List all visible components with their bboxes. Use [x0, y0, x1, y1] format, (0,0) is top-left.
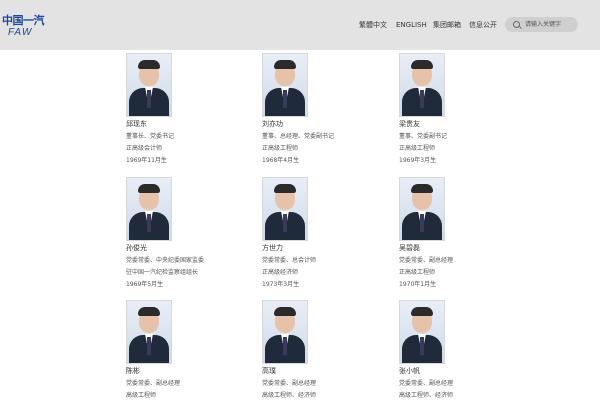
person-rank: 高级工程师 — [126, 392, 157, 399]
person-title: 董事、党委副书记 — [399, 133, 448, 140]
person-birth: 1969年11月生 — [126, 157, 167, 164]
person-title: 党委常委、中央纪委国家监委 — [126, 257, 205, 264]
nav-information-disclosure[interactable]: 信息公开 — [469, 20, 497, 30]
nav-traditional-chinese[interactable]: 繁體中文 — [359, 20, 387, 30]
search-box[interactable] — [505, 17, 578, 32]
person-card[interactable]: 吴碧磊 党委常委、副总经理 正高级工程师 1970年1月生 — [399, 177, 549, 289]
nav-group-mail[interactable]: 集团邮箱 — [433, 20, 461, 30]
person-rank: 正高级工程师 — [399, 145, 436, 152]
person-photo — [126, 300, 172, 364]
person-card[interactable]: 张小帆 党委常委、副总经理 高级工程师、经济师 — [399, 300, 549, 400]
person-name: 孙俊光 — [126, 244, 147, 252]
person-photo — [399, 300, 445, 364]
person-title-cont: 驻中国一汽纪检监察组组长 — [126, 269, 199, 276]
person-card[interactable]: 梁贵友 董事、党委副书记 正高级工程师 1969年3月生 — [399, 53, 549, 165]
person-name: 邱现东 — [126, 120, 147, 128]
person-rank: 高级工程师、经济师 — [399, 392, 454, 399]
person-photo — [262, 300, 308, 364]
person-title: 董事、总经理、党委副书记 — [262, 133, 335, 140]
person-rank: 正高级经济师 — [262, 269, 299, 276]
logo-english-text: FAW — [8, 27, 33, 38]
person-card[interactable]: 孙俊光 党委常委、中央纪委国家监委 驻中国一汽纪检监察组组长 1969年5月生 — [126, 177, 276, 289]
person-title: 党委常委、总会计师 — [262, 257, 317, 264]
person-photo — [262, 177, 308, 241]
person-photo — [126, 53, 172, 117]
person-name: 梁贵友 — [399, 120, 420, 128]
faw-logo[interactable]: 中国一汽 FAW — [2, 14, 45, 41]
person-card[interactable]: 高璞 党委常委、副总经理 高级工程师、经济师 — [262, 300, 412, 400]
person-name: 方世力 — [262, 244, 283, 252]
person-card[interactable]: 方世力 党委常委、总会计师 正高级经济师 1973年3月生 — [262, 177, 412, 289]
person-name: 高璞 — [262, 367, 276, 375]
person-birth: 1969年3月生 — [399, 157, 437, 164]
search-input[interactable] — [525, 19, 577, 30]
search-icon[interactable] — [513, 21, 520, 28]
nav-english[interactable]: ENGLISH — [396, 20, 427, 30]
person-card[interactable]: 陈彬 党委常委、副总经理 高级工程师 — [126, 300, 276, 400]
person-rank: 正高级工程师 — [262, 145, 299, 152]
person-title: 党委常委、副总经理 — [399, 380, 454, 387]
person-name: 陈彬 — [126, 367, 140, 375]
person-rank: 正高级会计师 — [126, 145, 163, 152]
person-birth: 1969年5月生 — [126, 281, 164, 288]
person-rank: 高级工程师、经济师 — [262, 392, 317, 399]
person-photo — [399, 177, 445, 241]
person-name: 张小帆 — [399, 367, 420, 375]
site-header: 中国一汽 FAW 繁體中文 ENGLISH 集团邮箱 信息公开 — [0, 0, 600, 50]
person-photo — [399, 53, 445, 117]
person-photo — [126, 177, 172, 241]
person-card[interactable]: 刘亦功 董事、总经理、党委副书记 正高级工程师 1968年4月生 — [262, 53, 412, 165]
person-card[interactable]: 邱现东 董事长、党委书记 正高级会计师 1969年11月生 — [126, 53, 276, 165]
person-title: 党委常委、副总经理 — [126, 380, 181, 387]
person-rank: 正高级工程师 — [399, 269, 436, 276]
person-birth: 1973年3月生 — [262, 281, 300, 288]
person-photo — [262, 53, 308, 117]
person-name: 吴碧磊 — [399, 244, 420, 252]
person-birth: 1968年4月生 — [262, 157, 300, 164]
person-birth: 1970年1月生 — [399, 281, 437, 288]
logo-chinese-text: 中国一汽 — [2, 14, 45, 27]
person-title: 党委常委、副总经理 — [399, 257, 454, 264]
person-title: 董事长、党委书记 — [126, 133, 175, 140]
person-name: 刘亦功 — [262, 120, 283, 128]
person-title: 党委常委、副总经理 — [262, 380, 317, 387]
